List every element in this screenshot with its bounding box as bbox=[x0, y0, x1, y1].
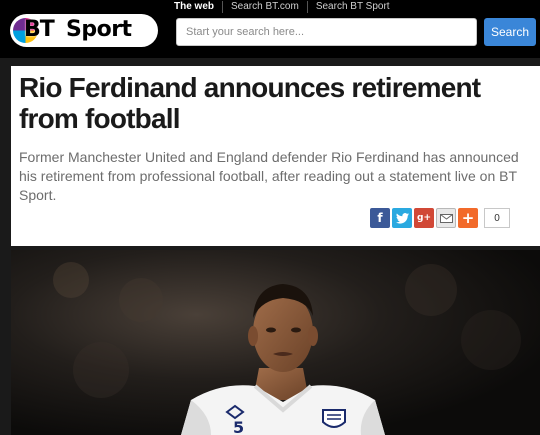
search-tab-bt-sport[interactable]: Search BT Sport bbox=[306, 1, 398, 13]
search-tab-the-web[interactable]: The web bbox=[174, 1, 222, 13]
search-tab-bt-com[interactable]: Search BT.com bbox=[222, 1, 307, 13]
more-share-button[interactable]: + bbox=[458, 208, 478, 228]
share-bar: f g+ + 0 bbox=[370, 207, 510, 229]
email-share-button[interactable] bbox=[436, 208, 456, 228]
twitter-share-button[interactable] bbox=[392, 208, 412, 228]
share-count: 0 bbox=[484, 208, 510, 228]
article-photo: 5 bbox=[11, 250, 540, 435]
facebook-icon: f bbox=[377, 211, 383, 225]
google-plus-share-button[interactable]: g+ bbox=[414, 208, 434, 228]
site-header: BT Sport The web Search BT.com Search BT… bbox=[0, 0, 540, 58]
envelope-icon bbox=[439, 213, 453, 223]
search-button[interactable]: Search bbox=[484, 18, 536, 46]
search-scope-tabs: The web Search BT.com Search BT Sport bbox=[174, 0, 398, 14]
twitter-icon bbox=[395, 212, 409, 224]
facebook-share-button[interactable]: f bbox=[370, 208, 390, 228]
player-photo-illustration: 5 bbox=[11, 250, 540, 435]
article-standfirst: Former Manchester United and England def… bbox=[19, 149, 519, 203]
plus-icon: + bbox=[461, 209, 475, 227]
article-headline: Rio Ferdinand announces retirement from … bbox=[19, 72, 481, 134]
logo-text-bt: BT bbox=[24, 17, 55, 42]
logo-text-sport: Sport bbox=[66, 17, 132, 42]
article-card: Rio Ferdinand announces retirement from … bbox=[11, 66, 540, 246]
shirt-number: 5 bbox=[233, 418, 244, 435]
search-input[interactable] bbox=[176, 18, 477, 46]
google-plus-icon: g+ bbox=[417, 213, 431, 223]
bt-sport-logo[interactable]: BT Sport bbox=[10, 14, 158, 47]
